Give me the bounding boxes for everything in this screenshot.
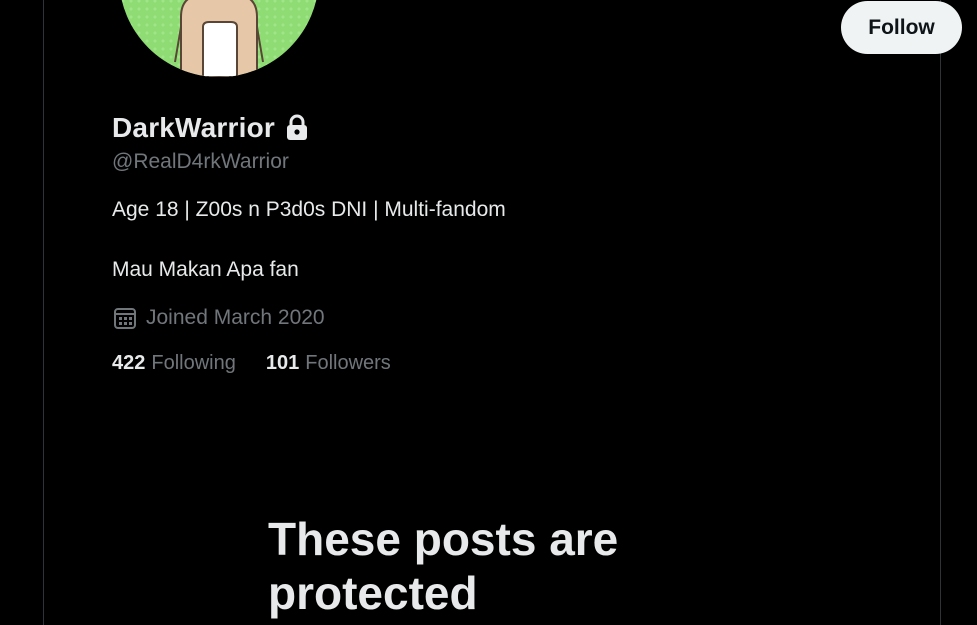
profile-column: Follow DarkWarrior @RealD4rkWarrior Age … bbox=[43, 0, 962, 625]
lock-icon bbox=[285, 114, 309, 142]
avatar[interactable] bbox=[119, 0, 319, 77]
bio-line: Age 18 | Z00s n P3d0s DNI | Multi-fandom bbox=[112, 198, 506, 221]
following-count: 422 bbox=[112, 352, 146, 374]
followers-count: 101 bbox=[265, 352, 300, 374]
follow-button[interactable]: Follow bbox=[841, 1, 962, 54]
followers-link[interactable]: 101 Followers bbox=[266, 352, 391, 375]
profile-handle: @RealD4rkWarrior bbox=[112, 150, 289, 173]
joined-label: Joined March 2020 bbox=[146, 306, 325, 329]
avatar-character-icon bbox=[174, 0, 264, 77]
calendar-icon bbox=[112, 305, 138, 331]
display-name: DarkWarrior bbox=[112, 112, 275, 143]
name-row: DarkWarrior bbox=[112, 108, 309, 148]
profile-stats: 422 Following 101 Followers bbox=[112, 352, 391, 375]
followers-label: Followers bbox=[305, 352, 391, 374]
protected-posts-title: These posts are protected bbox=[268, 513, 619, 619]
joined-date: Joined March 2020 bbox=[112, 305, 325, 331]
following-label: Following bbox=[151, 352, 236, 374]
following-link[interactable]: 422 Following bbox=[112, 352, 236, 375]
bio-line: Mau Makan Apa fan bbox=[112, 258, 299, 281]
